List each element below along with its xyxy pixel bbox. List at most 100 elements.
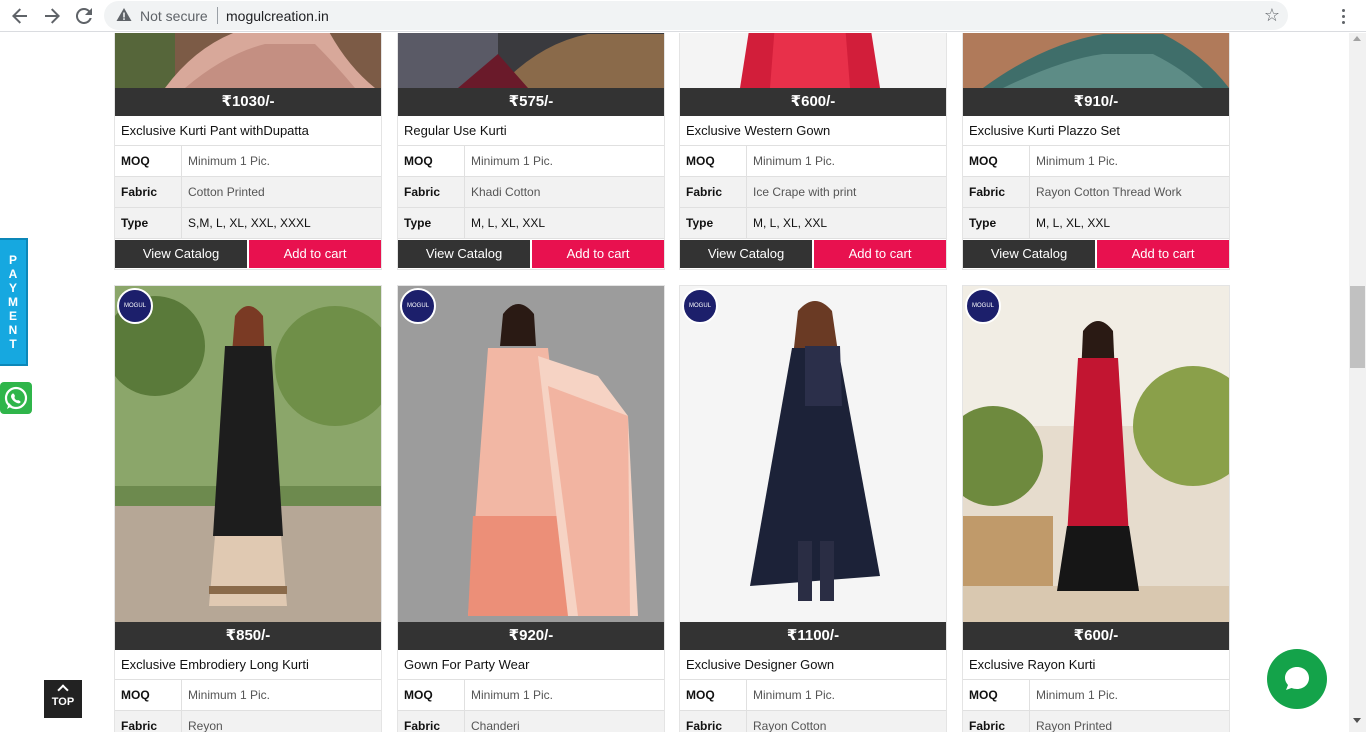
payment-letter: T <box>9 337 17 351</box>
product-name[interactable]: Exclusive Kurti Plazzo Set <box>963 116 1229 146</box>
type-label: Type <box>115 208 182 238</box>
page-viewport: ₹1030/- Exclusive Kurti Pant withDupatta… <box>0 33 1349 732</box>
moq-value: Minimum 1 Pic. <box>188 154 271 168</box>
fabric-label: Fabric <box>963 177 1030 207</box>
product-name[interactable]: Exclusive Embrodiery Long Kurti <box>115 650 381 680</box>
moq-value: Minimum 1 Pic. <box>471 154 554 168</box>
product-name[interactable]: Exclusive Kurti Pant withDupatta <box>115 116 381 146</box>
price: ₹600/- <box>963 622 1229 650</box>
product-image[interactable]: MOGUL <box>963 286 1229 622</box>
payment-tab[interactable]: P A Y M E N T <box>0 238 28 366</box>
browser-toolbar: Not secure mogulcreation.in ☆ <box>0 0 1366 32</box>
scroll-up-arrow-icon[interactable] <box>1353 36 1361 41</box>
moq-value: Minimum 1 Pic. <box>188 688 271 702</box>
top-label: TOP <box>51 696 75 708</box>
warning-icon[interactable] <box>116 7 132 28</box>
product-image[interactable] <box>398 33 664 88</box>
product-card: ₹575/- Regular Use Kurti MOQ Minimum 1 Pi… <box>397 33 665 270</box>
product-name[interactable]: Exclusive Designer Gown <box>680 650 946 680</box>
product-name[interactable]: Regular Use Kurti <box>398 116 664 146</box>
moq-label: MOQ <box>115 146 182 176</box>
product-name[interactable]: Exclusive Western Gown <box>680 116 946 146</box>
browser-menu-icon[interactable] <box>1335 4 1351 28</box>
price: ₹600/- <box>680 88 946 116</box>
moq-value: Minimum 1 Pic. <box>1036 688 1119 702</box>
product-image[interactable]: MOGUL <box>115 286 381 622</box>
moq-value: Minimum 1 Pic. <box>753 154 836 168</box>
bookmark-star-icon[interactable]: ☆ <box>1264 5 1280 26</box>
moq-value: Minimum 1 Pic. <box>1036 154 1119 168</box>
fabric-value: Reyon <box>188 719 223 732</box>
fabric-label: Fabric <box>398 711 465 732</box>
add-to-cart-button[interactable]: Add to cart <box>1097 240 1229 268</box>
vertical-scrollbar[interactable] <box>1349 33 1366 732</box>
product-card: MOGUL ₹600/- Exclusive Rayon Kurti MOQ Mi… <box>962 285 1230 732</box>
payment-letter: P <box>8 253 17 267</box>
moq-label: MOQ <box>115 680 182 710</box>
product-image[interactable]: MOGUL <box>398 286 664 622</box>
type-label: Type <box>680 208 747 238</box>
reload-icon[interactable] <box>72 4 96 28</box>
type-value: M, L, XL, XXL <box>1036 216 1111 230</box>
forward-arrow-icon[interactable] <box>40 4 64 28</box>
fabric-value: Rayon Cotton <box>753 719 827 732</box>
payment-letter: N <box>8 323 18 337</box>
price: ₹575/- <box>398 88 664 116</box>
fabric-value: Khadi Cotton <box>471 185 541 199</box>
product-image[interactable] <box>963 33 1229 88</box>
fabric-label: Fabric <box>680 711 747 732</box>
product-card: ₹1030/- Exclusive Kurti Pant withDupatta… <box>114 33 382 270</box>
scroll-down-arrow-icon[interactable] <box>1353 718 1361 723</box>
back-to-top-button[interactable]: TOP <box>44 680 82 718</box>
view-catalog-button[interactable]: View Catalog <box>680 240 812 268</box>
chevron-up-icon <box>57 684 69 696</box>
product-card: MOGUL ₹920/- Gown For Party Wear MOQ Mini… <box>397 285 665 732</box>
payment-letter: Y <box>8 281 17 295</box>
address-bar[interactable]: Not secure mogulcreation.in ☆ <box>104 1 1288 30</box>
add-to-cart-button[interactable]: Add to cart <box>249 240 381 268</box>
price: ₹850/- <box>115 622 381 650</box>
mogul-logo-badge: MOGUL <box>400 288 436 324</box>
view-catalog-button[interactable]: View Catalog <box>963 240 1095 268</box>
add-to-cart-button[interactable]: Add to cart <box>532 240 664 268</box>
fabric-value: Rayon Printed <box>1036 719 1113 732</box>
profile-avatar[interactable] <box>1298 4 1322 28</box>
product-image[interactable] <box>680 33 946 88</box>
security-label: Not secure <box>140 8 208 24</box>
payment-letter: M <box>8 295 18 309</box>
price: ₹920/- <box>398 622 664 650</box>
type-label: Type <box>398 208 465 238</box>
chat-bubble-icon[interactable] <box>1267 649 1327 709</box>
moq-label: MOQ <box>398 146 465 176</box>
url-text[interactable]: mogulcreation.in <box>226 8 329 24</box>
mogul-logo-badge: MOGUL <box>965 288 1001 324</box>
fabric-label: Fabric <box>398 177 465 207</box>
product-name[interactable]: Exclusive Rayon Kurti <box>963 650 1229 680</box>
moq-label: MOQ <box>398 680 465 710</box>
fabric-value: Chanderi <box>471 719 520 732</box>
fabric-label: Fabric <box>115 711 182 732</box>
fabric-label: Fabric <box>963 711 1030 732</box>
product-image[interactable]: MOGUL <box>680 286 946 622</box>
price: ₹1030/- <box>115 88 381 116</box>
back-arrow-icon[interactable] <box>8 4 32 28</box>
whatsapp-icon[interactable] <box>0 382 32 414</box>
add-to-cart-button[interactable]: Add to cart <box>814 240 946 268</box>
product-image[interactable] <box>115 33 381 88</box>
moq-label: MOQ <box>680 680 747 710</box>
view-catalog-button[interactable]: View Catalog <box>115 240 247 268</box>
moq-value: Minimum 1 Pic. <box>753 688 836 702</box>
fabric-label: Fabric <box>680 177 747 207</box>
view-catalog-button[interactable]: View Catalog <box>398 240 530 268</box>
product-name[interactable]: Gown For Party Wear <box>398 650 664 680</box>
product-card: ₹600/- Exclusive Western Gown MOQ Minimum… <box>679 33 947 270</box>
scrollbar-thumb[interactable] <box>1350 286 1365 368</box>
fabric-value: Ice Crape with print <box>753 185 857 199</box>
mogul-logo-badge: MOGUL <box>117 288 153 324</box>
moq-value: Minimum 1 Pic. <box>471 688 554 702</box>
moq-label: MOQ <box>680 146 747 176</box>
type-value: M, L, XL, XXL <box>753 216 828 230</box>
product-card: MOGUL ₹1100/- Exclusive Designer Gown MO… <box>679 285 947 732</box>
moq-label: MOQ <box>963 146 1030 176</box>
type-value: M, L, XL, XXL <box>471 216 546 230</box>
